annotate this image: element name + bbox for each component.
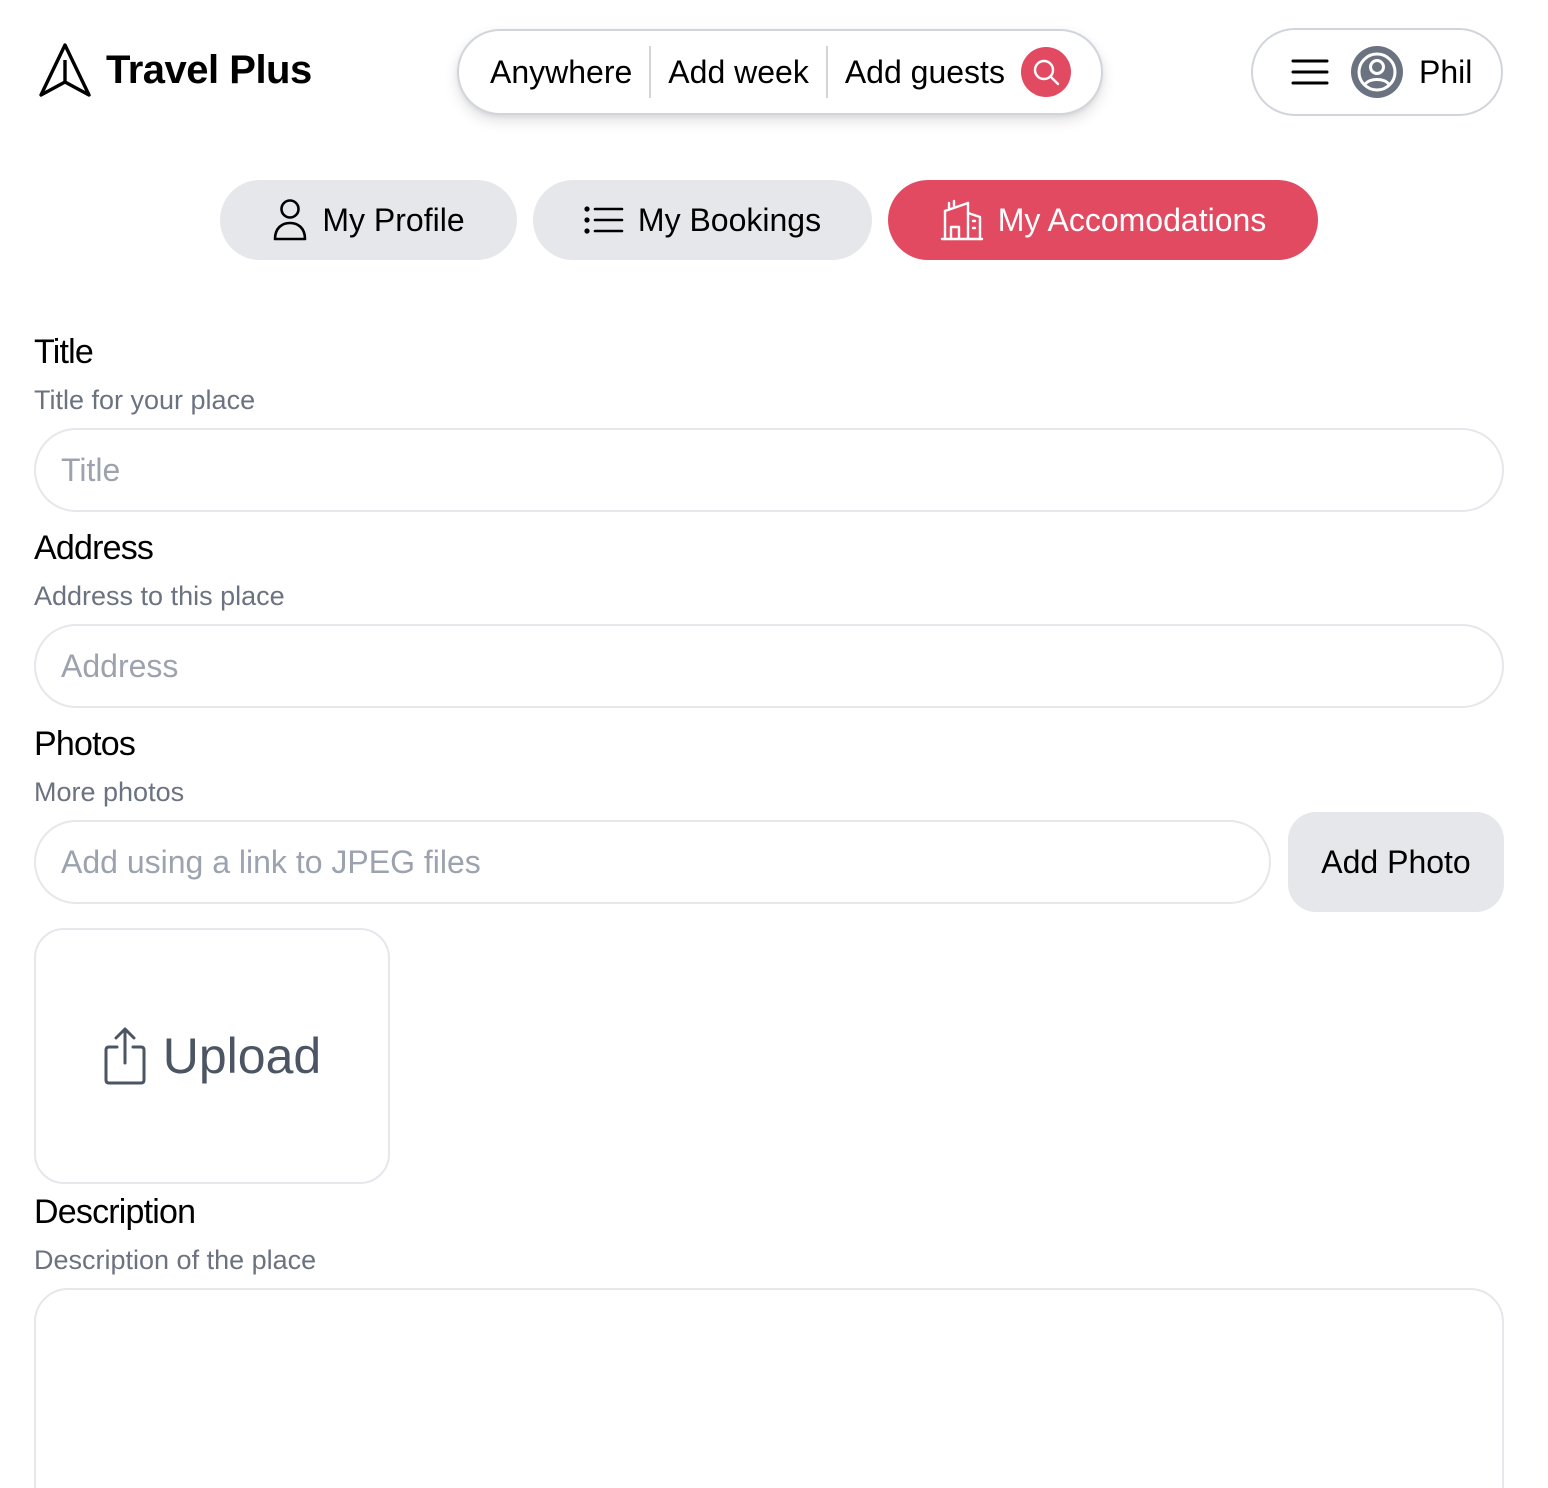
title-hint: Title for your place [34, 385, 256, 415]
photo-link-input[interactable] [34, 820, 1271, 904]
description-hint: Description of the place [34, 1245, 317, 1275]
user-circle-icon [1351, 46, 1403, 98]
user-menu-button[interactable]: Phil [1251, 28, 1503, 116]
tab-label: My Accomodations [997, 201, 1267, 238]
tab-label: My Bookings [637, 201, 822, 238]
address-input[interactable] [34, 624, 1504, 708]
user-icon [274, 199, 307, 241]
building-icon [940, 199, 983, 241]
list-icon [584, 206, 624, 234]
description-textarea[interactable] [34, 1288, 1504, 1488]
user-name: Phil [1419, 53, 1473, 90]
search-divider [649, 46, 652, 98]
tab-label: My Profile [322, 201, 465, 238]
search-icon [1033, 59, 1060, 86]
address-hint: Address to this place [34, 581, 285, 611]
app-logo[interactable]: Travel Plus [38, 42, 312, 98]
add-photo-button[interactable]: Add Photo [1288, 812, 1504, 912]
search-bar[interactable]: Anywhere Add week Add guests [457, 29, 1103, 115]
upload-button[interactable]: Upload [34, 928, 390, 1184]
app-name: Travel Plus [106, 47, 312, 92]
photos-hint: More photos [34, 777, 185, 807]
hamburger-icon [1291, 59, 1329, 85]
tab-my-profile[interactable]: My Profile [220, 180, 517, 260]
search-divider [825, 46, 828, 98]
title-label: Title [34, 333, 94, 371]
address-label: Address [34, 529, 154, 567]
tab-my-accomodations[interactable]: My Accomodations [888, 180, 1318, 260]
photos-label: Photos [34, 725, 136, 763]
paper-plane-icon [39, 43, 91, 97]
search-location[interactable]: Anywhere [490, 54, 632, 91]
upload-label: Upload [162, 1028, 322, 1084]
description-label: Description [34, 1193, 196, 1231]
tab-my-bookings[interactable]: My Bookings [533, 180, 872, 260]
search-button[interactable] [1020, 47, 1071, 97]
search-week[interactable]: Add week [668, 54, 809, 91]
avatar [1351, 46, 1403, 98]
title-input[interactable] [34, 428, 1504, 512]
search-guests[interactable]: Add guests [845, 54, 1005, 91]
upload-icon [104, 1027, 146, 1085]
